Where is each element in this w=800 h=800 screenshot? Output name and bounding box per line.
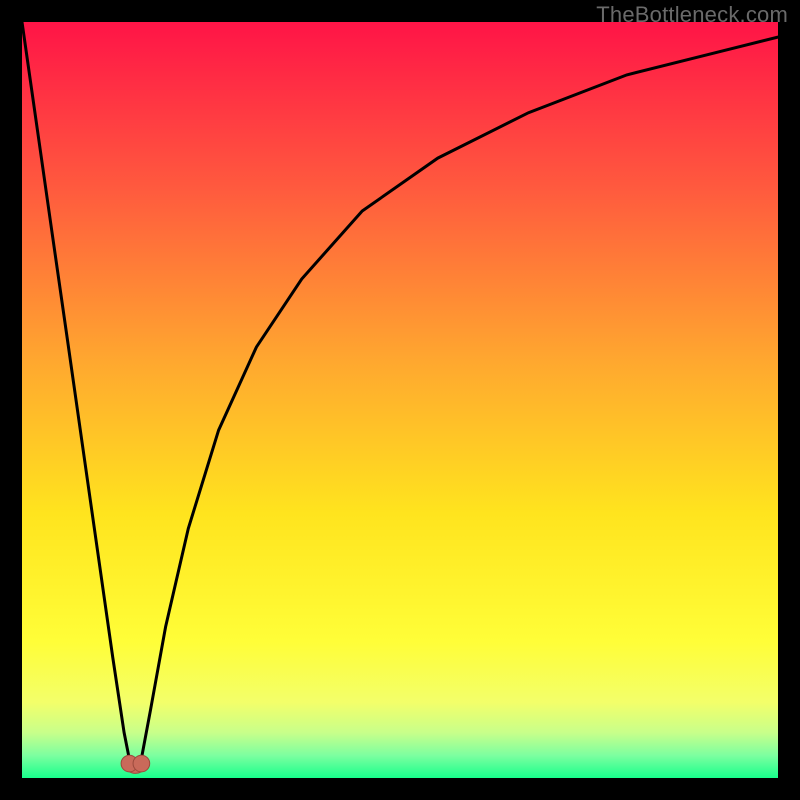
chart-background	[22, 22, 778, 778]
heart-marker-icon	[121, 755, 150, 773]
chart-frame	[22, 22, 778, 778]
watermark-text: TheBottleneck.com	[596, 2, 788, 28]
chart-svg	[22, 22, 778, 778]
